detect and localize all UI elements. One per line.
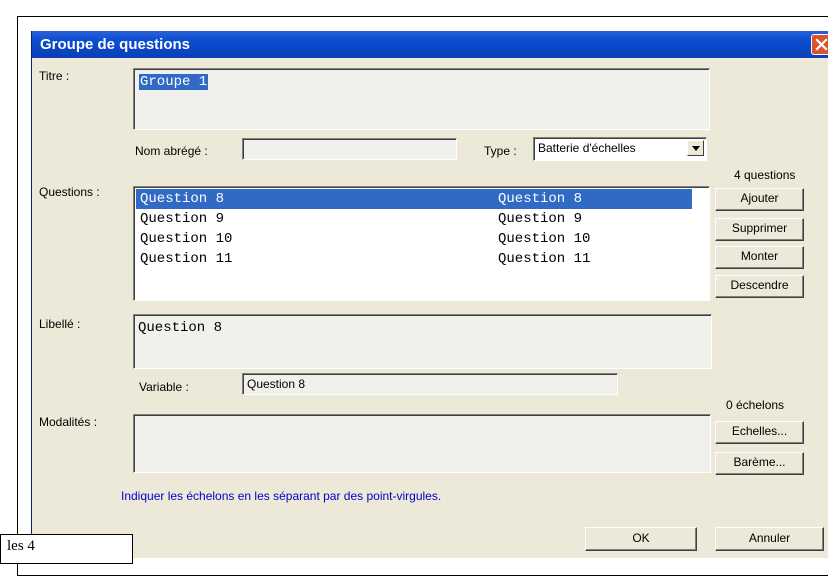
question-name: Question 9 (140, 211, 225, 227)
variable-label: Variable : (139, 380, 189, 394)
variable-field[interactable]: Question 8 (242, 373, 618, 395)
titre-field[interactable]: Groupe 1 (133, 68, 710, 130)
chevron-down-icon (692, 146, 700, 151)
close-button[interactable] (811, 34, 828, 55)
annotation-box: les 4 (0, 534, 133, 564)
modalites-count: 0 échelons (726, 398, 785, 412)
titre-label: Titre : (39, 69, 70, 83)
libelle-value: Question 8 (138, 320, 223, 336)
supprimer-button[interactable]: Supprimer (715, 218, 804, 241)
question-variable: Question 11 (498, 251, 591, 267)
question-variable: Question 9 (498, 211, 583, 227)
question-variable: Question 10 (498, 231, 591, 247)
question-name: Question 10 (140, 231, 233, 247)
variable-value: Question 8 (247, 377, 306, 391)
question-row[interactable]: Question 8 Question 8 (136, 189, 692, 209)
annuler-button[interactable]: Annuler (715, 527, 824, 551)
bareme-button[interactable]: Barème... (715, 452, 804, 475)
questions-count: 4 questions (734, 168, 796, 182)
question-name: Question 8 (140, 191, 225, 207)
nom-abrege-label: Nom abrégé : (135, 144, 208, 158)
type-dropdown-button[interactable] (687, 140, 704, 156)
annotation-text: les 4 (7, 538, 35, 554)
questions-label: Questions : (39, 185, 100, 199)
ajouter-button[interactable]: Ajouter (715, 188, 804, 211)
questions-list[interactable]: Question 8 Question 8 Question 9 Questio… (133, 186, 710, 301)
question-name: Question 11 (140, 251, 233, 267)
titre-value: Groupe 1 (139, 74, 209, 90)
question-row[interactable]: Question 9 Question 9 (136, 209, 692, 229)
close-icon (815, 38, 828, 51)
modalites-field[interactable] (133, 414, 711, 473)
type-label: Type : (484, 144, 517, 158)
groupe-de-questions-dialog: Groupe de questions Titre : Groupe 1 Nom… (31, 31, 828, 558)
libelle-label: Libellé : (39, 317, 81, 331)
ok-button[interactable]: OK (585, 527, 697, 551)
type-select[interactable]: Batterie d'échelles (533, 137, 707, 161)
title-bar[interactable]: Groupe de questions (32, 31, 828, 58)
question-row[interactable]: Question 10 Question 10 (136, 229, 692, 249)
modalites-hint: Indiquer les échelons en les séparant pa… (121, 489, 442, 503)
question-variable: Question 8 (498, 191, 583, 207)
modalites-label: Modalités : (39, 415, 98, 429)
nom-abrege-field[interactable] (242, 138, 457, 160)
question-row[interactable]: Question 11 Question 11 (136, 249, 692, 269)
dialog-title: Groupe de questions (40, 36, 191, 53)
libelle-field[interactable]: Question 8 (133, 314, 712, 369)
monter-button[interactable]: Monter (715, 246, 804, 269)
descendre-button[interactable]: Descendre (715, 275, 804, 298)
echelles-button[interactable]: Echelles... (715, 421, 804, 444)
type-value: Batterie d'échelles (538, 141, 636, 155)
